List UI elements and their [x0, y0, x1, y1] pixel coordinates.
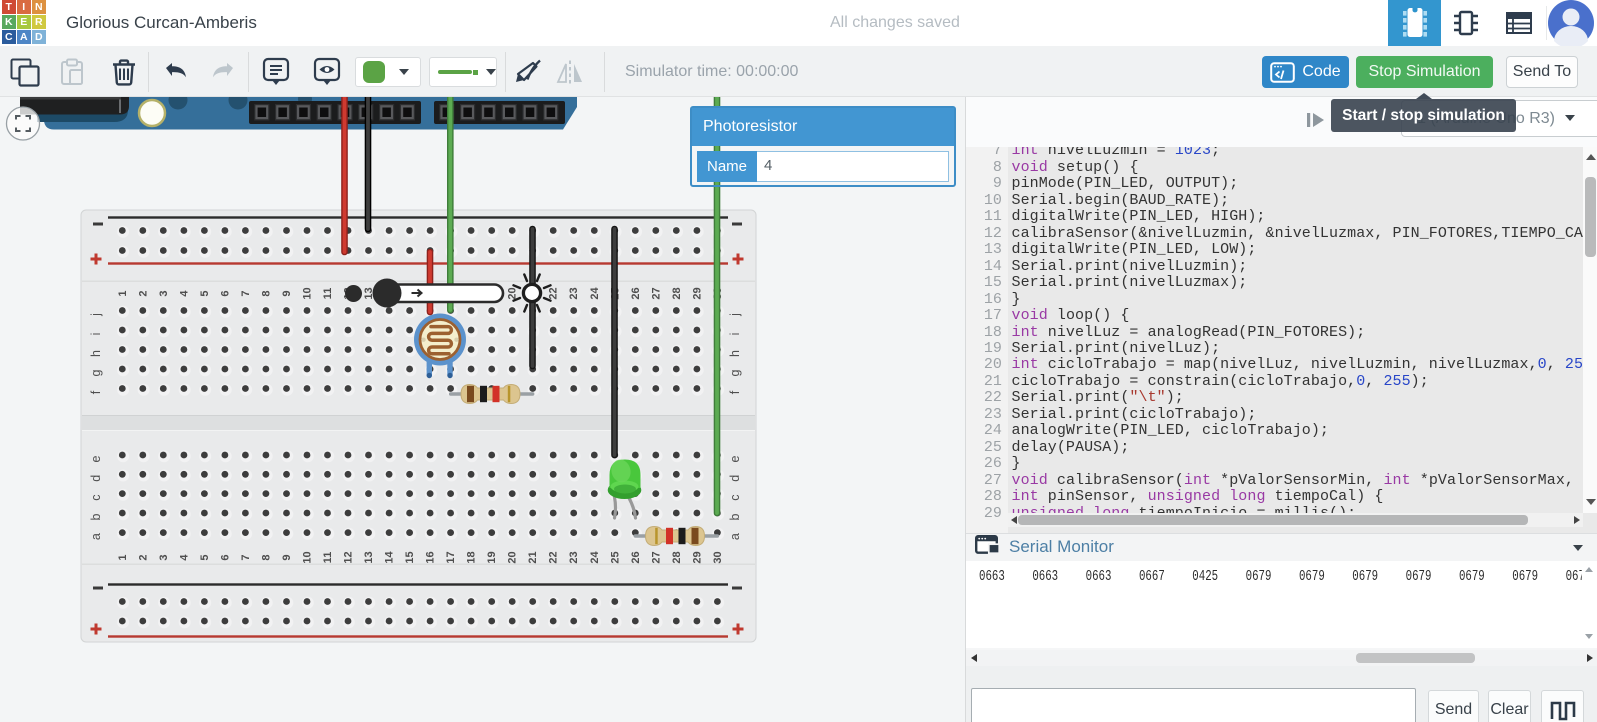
svg-text:d: d — [89, 475, 103, 482]
svg-text:2: 2 — [137, 290, 149, 296]
svg-text:c: c — [89, 494, 103, 500]
svg-text:20: 20 — [507, 551, 519, 563]
svg-text:g: g — [728, 369, 742, 376]
svg-text:22: 22 — [548, 551, 560, 563]
svg-text:h: h — [728, 350, 742, 357]
svg-text:28: 28 — [671, 287, 683, 299]
svg-text:27: 27 — [650, 287, 662, 299]
svg-text:14: 14 — [384, 551, 396, 564]
svg-text:15: 15 — [404, 551, 416, 563]
svg-text:9: 9 — [281, 554, 293, 560]
svg-text:11: 11 — [322, 552, 334, 564]
svg-text:18: 18 — [466, 551, 478, 563]
svg-text:j: j — [728, 313, 742, 317]
svg-text:29: 29 — [691, 287, 703, 299]
svg-text:16: 16 — [425, 551, 437, 563]
svg-text:19: 19 — [486, 551, 498, 563]
svg-text:24: 24 — [589, 551, 601, 564]
svg-text:b: b — [89, 513, 103, 520]
svg-text:e: e — [728, 455, 742, 462]
svg-text:7: 7 — [240, 554, 252, 560]
svg-text:25: 25 — [609, 551, 621, 563]
svg-text:24: 24 — [589, 287, 601, 300]
svg-text:29: 29 — [691, 551, 703, 563]
svg-text:6: 6 — [219, 554, 231, 560]
svg-text:10: 10 — [302, 551, 314, 563]
svg-text:23: 23 — [568, 551, 580, 563]
svg-text:2: 2 — [137, 554, 149, 560]
svg-text:13: 13 — [363, 551, 375, 563]
svg-text:1: 1 — [117, 554, 129, 560]
svg-text:a: a — [89, 533, 103, 540]
svg-text:8: 8 — [260, 290, 272, 296]
svg-text:22: 22 — [548, 287, 560, 299]
svg-text:5: 5 — [199, 290, 211, 296]
svg-text:g: g — [89, 369, 103, 376]
svg-text:h: h — [89, 350, 103, 357]
svg-text:7: 7 — [240, 290, 252, 296]
svg-text:26: 26 — [630, 287, 642, 299]
svg-text:17: 17 — [445, 551, 457, 563]
svg-text:5: 5 — [199, 554, 211, 560]
svg-text:1: 1 — [117, 290, 129, 296]
svg-text:20: 20 — [507, 287, 519, 299]
svg-text:i: i — [89, 333, 103, 336]
svg-text:6: 6 — [219, 290, 231, 296]
svg-text:27: 27 — [650, 551, 662, 563]
svg-text:11: 11 — [322, 288, 334, 300]
svg-text:3: 3 — [158, 554, 170, 560]
svg-text:j: j — [89, 313, 103, 317]
svg-text:b: b — [728, 513, 742, 520]
svg-text:8: 8 — [260, 554, 272, 560]
svg-text:i: i — [728, 333, 742, 336]
svg-text:9: 9 — [281, 290, 293, 296]
svg-text:21: 21 — [527, 551, 539, 563]
svg-text:10: 10 — [302, 287, 314, 299]
svg-text:f: f — [89, 390, 103, 394]
svg-text:23: 23 — [568, 287, 580, 299]
svg-text:28: 28 — [671, 551, 683, 563]
svg-text:f: f — [728, 390, 742, 394]
svg-text:30: 30 — [712, 551, 724, 563]
svg-text:4: 4 — [178, 554, 190, 561]
svg-text:3: 3 — [158, 290, 170, 296]
svg-text:e: e — [89, 455, 103, 462]
svg-text:26: 26 — [630, 551, 642, 563]
svg-text:a: a — [728, 533, 742, 540]
svg-text:4: 4 — [178, 290, 190, 297]
svg-text:d: d — [728, 475, 742, 482]
svg-text:12: 12 — [343, 551, 355, 563]
svg-text:c: c — [728, 494, 742, 500]
